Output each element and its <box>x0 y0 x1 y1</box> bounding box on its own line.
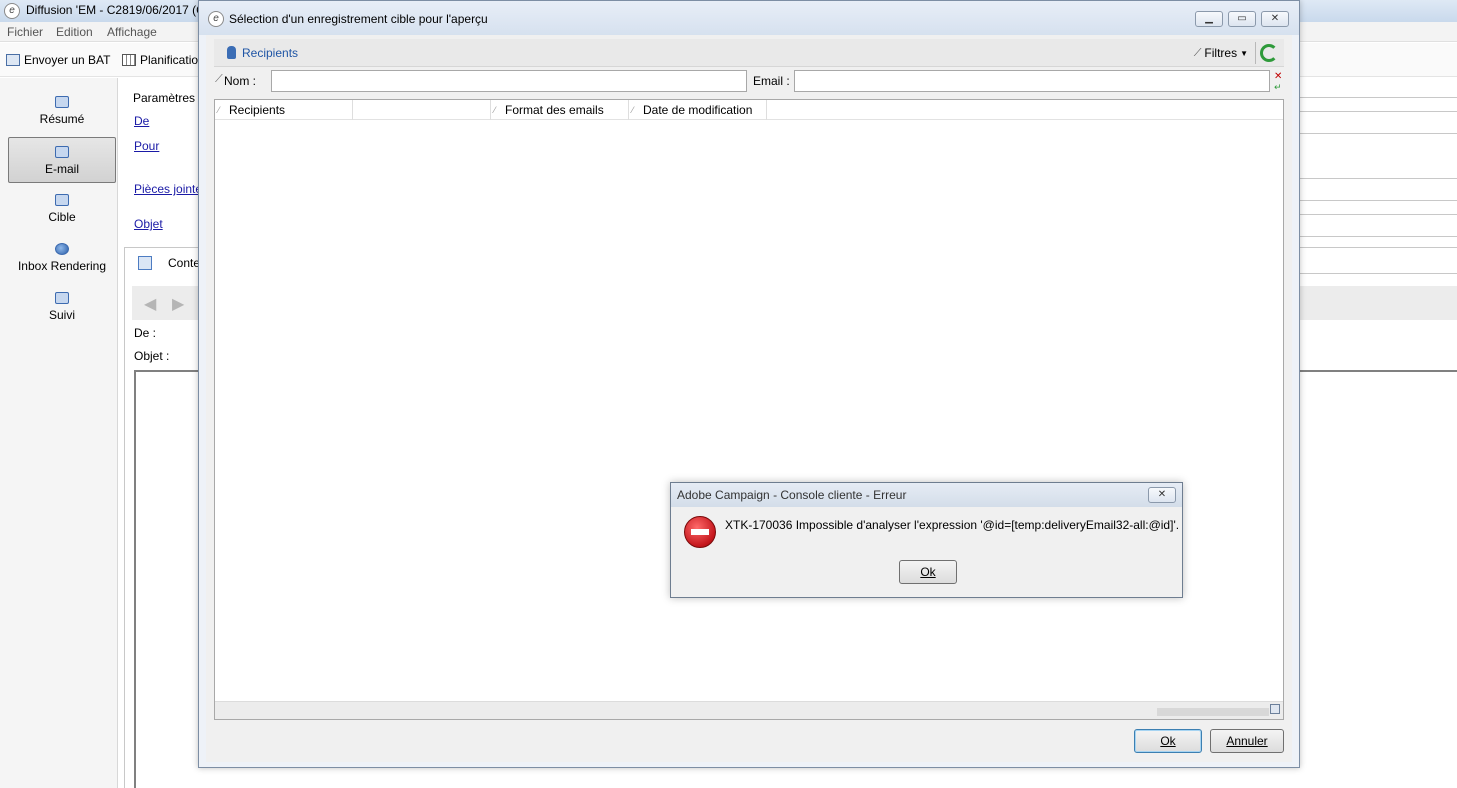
selection-dialog-body: Recipients ⟋ Filtres ▼ ⟋ Nom : Email : ✕… <box>206 35 1292 762</box>
column-header-recipients[interactable]: ⁄ Recipients <box>215 100 353 120</box>
nav-item-inbox-rendering[interactable]: Inbox Rendering <box>8 235 116 281</box>
refresh-icon[interactable] <box>1260 44 1278 62</box>
filter-bar: Recipients ⟋ Filtres ▼ <box>214 39 1284 67</box>
error-message: XTK-170036 Impossible d'analyser l'expre… <box>725 518 1180 532</box>
grid-footer <box>215 701 1283 719</box>
column-header-email-format[interactable]: ⁄ Format des emails <box>491 100 629 120</box>
toolbar-separator <box>1255 42 1256 64</box>
app-logo-icon: e <box>4 3 20 19</box>
error-dialog-title: Adobe Campaign - Console cliente - Erreu… <box>677 488 907 502</box>
divider <box>1300 97 1457 98</box>
filter-edit-icon: ⟋ <box>215 73 223 85</box>
divider <box>1300 214 1457 215</box>
menu-edition[interactable]: Edition <box>56 25 93 39</box>
column-header-modified-date[interactable]: ⁄ Date de modification <box>629 100 767 120</box>
email-icon <box>55 146 69 158</box>
divider <box>1300 273 1457 274</box>
divider <box>1300 111 1457 112</box>
nav-item-resume[interactable]: Résumé <box>8 88 116 134</box>
error-dialog-titlebar: Adobe Campaign - Console cliente - Erreu… <box>671 483 1182 507</box>
clear-filter-icon[interactable]: ✕ <box>1274 71 1282 82</box>
grid-config-icon[interactable] <box>1270 704 1280 714</box>
grid-header: ⁄ Recipients ⁄ Format des emails ⁄ Date de … <box>215 100 1283 120</box>
selection-dialog: e Sélection d'un enregistrement cible po… <box>198 0 1300 768</box>
menu-affichage[interactable]: Affichage <box>107 25 157 39</box>
name-label: Nom : <box>224 74 257 88</box>
nav-item-cible[interactable]: Cible <box>8 186 116 232</box>
send-proof-button[interactable]: Envoyer un BAT <box>6 53 110 67</box>
recipients-tab[interactable]: Recipients <box>242 46 298 60</box>
menu-fichier[interactable]: Fichier <box>7 25 43 39</box>
apply-filter-icon[interactable]: ↵ <box>1274 82 1282 93</box>
error-stop-icon <box>684 516 716 548</box>
back-arrow-icon[interactable]: ◀ <box>144 294 156 314</box>
records-grid[interactable]: ⁄ Recipients ⁄ Format des emails ⁄ Date de … <box>214 99 1284 720</box>
email-input[interactable] <box>794 70 1270 92</box>
name-input[interactable] <box>271 70 747 92</box>
selection-dialog-title: Sélection d'un enregistrement cible pour… <box>229 12 488 26</box>
cancel-button[interactable]: Annuler <box>1210 729 1284 753</box>
from-link[interactable]: De <box>134 114 149 128</box>
maximize-button[interactable]: ▭ <box>1228 11 1256 27</box>
email-label: Email : <box>753 74 790 88</box>
forward-arrow-icon[interactable]: ▶ <box>172 294 184 314</box>
send-proof-icon <box>6 54 20 66</box>
subject-link[interactable]: Objet <box>134 217 163 231</box>
preview-from-label: De : <box>134 326 157 340</box>
filters-dropdown[interactable]: ⟋ Filtres ▼ <box>1194 46 1248 60</box>
divider <box>1300 178 1457 179</box>
summary-icon <box>55 96 69 108</box>
error-dialog: Adobe Campaign - Console cliente - Erreu… <box>670 482 1183 598</box>
divider <box>1300 236 1457 237</box>
main-window-title: Diffusion 'EM - C2819/06/2017 (C <box>26 3 205 17</box>
tracking-icon <box>55 292 69 304</box>
planning-button[interactable]: Planificatio <box>122 53 198 67</box>
params-title: Paramètres d <box>133 91 206 105</box>
horizontal-scrollbar[interactable] <box>1157 708 1269 716</box>
divider <box>1300 133 1457 134</box>
target-icon <box>55 194 69 206</box>
content-tab[interactable]: Conte <box>168 256 200 270</box>
chevron-down-icon: ▼ <box>1240 48 1248 58</box>
selection-dialog-titlebar: e Sélection d'un enregistrement cible po… <box>199 1 1299 35</box>
left-navigation: Résumé E-mail Cible Inbox Rendering Suiv… <box>0 78 118 788</box>
content-tab-icon <box>138 256 152 270</box>
ok-button[interactable]: Ok <box>1134 729 1202 753</box>
recipient-icon <box>227 46 236 59</box>
to-link[interactable]: Pour <box>134 139 159 153</box>
nav-item-suivi[interactable]: Suivi <box>8 284 116 330</box>
column-header-blank[interactable] <box>353 100 491 120</box>
attachments-link[interactable]: Pièces jointe <box>134 182 202 196</box>
calendar-icon <box>122 54 136 66</box>
error-ok-button[interactable]: Ok <box>899 560 957 584</box>
nav-item-email[interactable]: E-mail <box>8 137 116 183</box>
app-logo-icon: e <box>208 11 224 27</box>
preview-subject-label: Objet : <box>134 349 170 363</box>
close-button[interactable]: ✕ <box>1261 11 1289 27</box>
globe-icon <box>55 243 69 255</box>
minimize-button[interactable]: ▁ <box>1195 11 1223 27</box>
divider <box>1300 200 1457 201</box>
filter-icon: ⟋ <box>1193 46 1202 59</box>
error-close-button[interactable]: ✕ <box>1148 487 1176 503</box>
